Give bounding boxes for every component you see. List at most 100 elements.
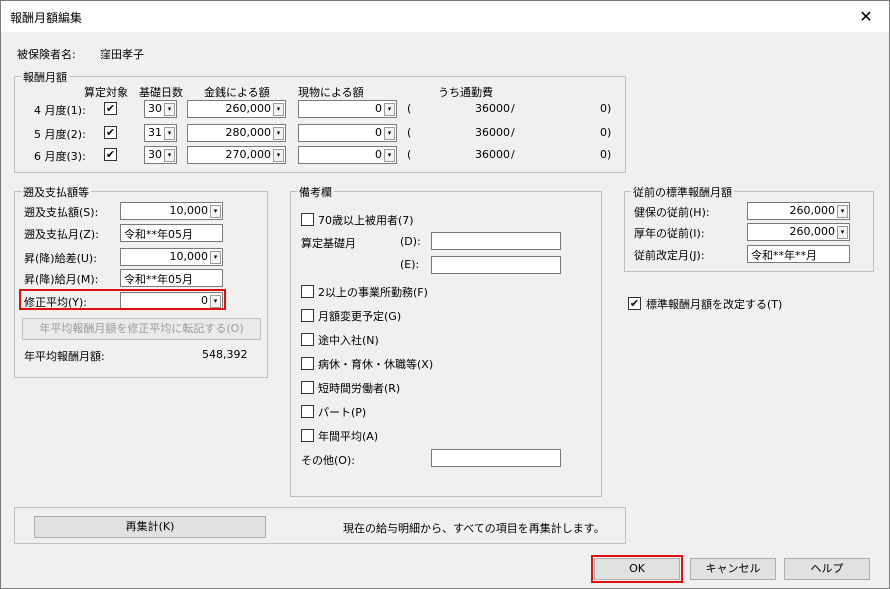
base-month-e-label: (E): (400, 258, 420, 271)
raise-diff-field[interactable]: 10,000 ▾ (120, 248, 223, 266)
title-bar: 報酬月額編集 ✕ (1, 1, 889, 32)
target-checkbox-4[interactable]: ✔ (104, 102, 117, 115)
kind-field-5[interactable]: 0 ▾ (298, 124, 397, 142)
chevron-down-icon[interactable]: ▾ (384, 127, 395, 140)
chevron-down-icon[interactable]: ▾ (837, 205, 848, 218)
part-time-label: パート(P) (318, 406, 367, 419)
cash-field-6[interactable]: 270,000 ▾ (187, 146, 286, 164)
base-month-d-label: (D): (400, 235, 421, 248)
chevron-down-icon[interactable]: ▾ (210, 251, 221, 264)
commute-slash-5: / (511, 126, 515, 139)
days-field-6[interactable]: 30 ▾ (144, 146, 177, 164)
commute-close-4: 0) (600, 102, 612, 115)
month-label-4: 4 月度(1): (34, 104, 86, 117)
cancel-button[interactable]: キャンセル (690, 558, 776, 580)
recalc-button[interactable]: 再集計(K) (34, 516, 266, 538)
commute-open-5: ( (407, 126, 412, 139)
base-month-e-field[interactable] (431, 256, 561, 274)
multi-office-checkbox[interactable] (301, 285, 314, 298)
monthly-change-label: 月額変更予定(G) (318, 310, 402, 323)
retro-pay-amount-label: 遡及支払額(S): (24, 206, 99, 219)
pension-previous-label: 厚年の従前(I): (634, 227, 705, 240)
mid-join-checkbox[interactable] (301, 333, 314, 346)
short-time-label: 短時間労働者(R) (318, 382, 401, 395)
window-title: 報酬月額編集 (10, 11, 83, 25)
month-label-6: 6 月度(3): (34, 150, 86, 163)
target-checkbox-6[interactable]: ✔ (104, 148, 117, 161)
monthly-change-checkbox[interactable] (301, 309, 314, 322)
chevron-down-icon[interactable]: ▾ (837, 226, 848, 239)
chevron-down-icon[interactable]: ▾ (164, 127, 175, 140)
cash-field-4[interactable]: 260,000 ▾ (187, 100, 286, 118)
days-field-5[interactable]: 31 ▾ (144, 124, 177, 142)
notes-group-label: 備考欄 (297, 184, 334, 200)
annual-average-value: 548,392 (202, 348, 248, 361)
health-previous-field[interactable]: 260,000 ▾ (747, 202, 850, 220)
pension-previous-field[interactable]: 260,000 ▾ (747, 223, 850, 241)
target-checkbox-5[interactable]: ✔ (104, 126, 117, 139)
header-target: 算定対象 (84, 86, 128, 99)
revise-standard-label: 標準報酬月額を改定する(T) (646, 298, 783, 311)
kind-field-6[interactable]: 0 ▾ (298, 146, 397, 164)
chevron-down-icon[interactable]: ▾ (164, 103, 175, 116)
commute-close-5: 0) (600, 126, 612, 139)
chevron-down-icon[interactable]: ▾ (273, 149, 284, 162)
header-kind: 現物による額 (298, 86, 364, 99)
short-time-checkbox[interactable] (301, 381, 314, 394)
chevron-down-icon[interactable]: ▾ (273, 103, 284, 116)
transfer-average-button[interactable]: 年平均報酬月額を修正平均に転記する(O) (22, 318, 261, 340)
kind-field-4[interactable]: 0 ▾ (298, 100, 397, 118)
base-month-label: 算定基礎月 (301, 237, 356, 250)
commute-close-6: 0) (600, 148, 612, 161)
cash-field-5[interactable]: 280,000 ▾ (187, 124, 286, 142)
base-month-d-field[interactable] (431, 232, 561, 250)
close-icon[interactable]: ✕ (843, 1, 889, 32)
month-label-5: 5 月度(2): (34, 128, 86, 141)
salary-group-label: 報酬月額 (21, 69, 69, 85)
chevron-down-icon[interactable]: ▾ (384, 149, 395, 162)
retro-pay-month-label: 遡及支払月(Z): (24, 228, 99, 241)
commute-slash-6: / (511, 148, 515, 161)
commute-value-4: 36000 (475, 102, 510, 115)
days-field-4[interactable]: 30 ▾ (144, 100, 177, 118)
retro-pay-month-field[interactable]: 令和**年05月 (120, 224, 223, 242)
part-time-checkbox[interactable] (301, 405, 314, 418)
commute-value-5: 36000 (475, 126, 510, 139)
chevron-down-icon[interactable]: ▾ (164, 149, 175, 162)
chevron-down-icon[interactable]: ▾ (384, 103, 395, 116)
adjust-average-highlight (19, 289, 226, 310)
retro-pay-amount-field[interactable]: 10,000 ▾ (120, 202, 223, 220)
insured-label: 被保険者名: (17, 48, 76, 61)
leave-checkbox[interactable] (301, 357, 314, 370)
header-commute: うち通勤費 (438, 86, 493, 99)
ok-button-highlight (591, 555, 683, 583)
dialog-window: 報酬月額編集 ✕ 被保険者名: 窪田孝子 報酬月額 算定対象 基礎日数 金銭によ… (0, 0, 890, 589)
commute-value-6: 36000 (475, 148, 510, 161)
chevron-down-icon[interactable]: ▾ (210, 205, 221, 218)
insured-name: 窪田孝子 (100, 48, 144, 61)
header-days: 基礎日数 (139, 86, 183, 99)
raise-month-field[interactable]: 令和**年05月 (120, 269, 223, 287)
annual-average-check-label: 年間平均(A) (318, 430, 379, 443)
revision-month-field[interactable]: 令和**年**月 (747, 245, 850, 263)
annual-average-checkbox[interactable] (301, 429, 314, 442)
header-cash: 金銭による額 (204, 86, 270, 99)
commute-open-6: ( (407, 148, 412, 161)
over70-label: 70歳以上被用者(7) (318, 214, 414, 227)
recalc-description: 現在の給与明細から、すべての項目を再集計します。 (343, 522, 605, 535)
other-field[interactable] (431, 449, 561, 467)
over70-checkbox[interactable] (301, 213, 314, 226)
health-previous-label: 健保の従前(H): (634, 206, 710, 219)
mid-join-label: 途中入社(N) (318, 334, 379, 347)
revise-standard-checkbox[interactable]: ✔ (628, 297, 641, 310)
previous-group-label: 従前の標準報酬月額 (631, 184, 734, 200)
annual-average-label: 年平均報酬月額: (24, 350, 105, 363)
revision-month-label: 従前改定月(J): (634, 249, 705, 262)
help-button[interactable]: ヘルプ (784, 558, 870, 580)
multi-office-label: 2以上の事業所勤務(F) (318, 286, 428, 299)
other-label: その他(O): (301, 454, 355, 467)
retro-group-label: 遡及支払額等 (21, 184, 91, 200)
commute-slash-4: / (511, 102, 515, 115)
chevron-down-icon[interactable]: ▾ (273, 127, 284, 140)
raise-diff-label: 昇(降)給差(U): (24, 252, 97, 265)
